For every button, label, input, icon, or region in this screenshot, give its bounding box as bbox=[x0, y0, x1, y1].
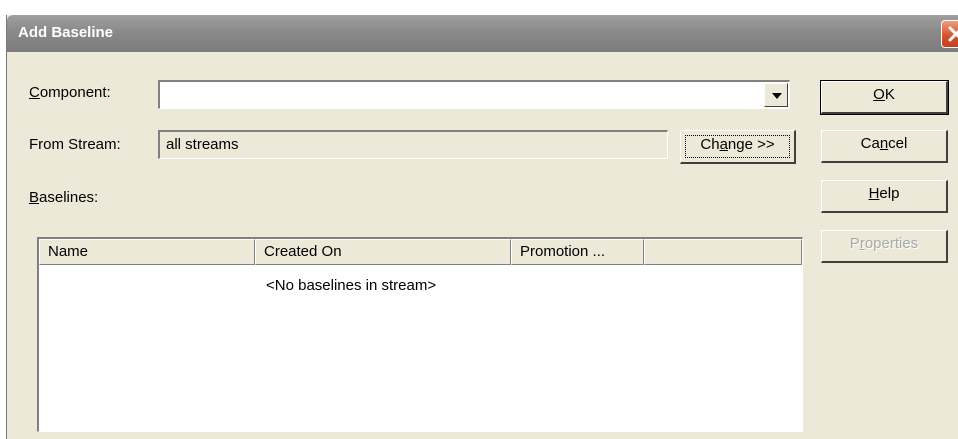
baselines-label: Baselines: bbox=[29, 189, 99, 206]
cancel-button[interactable]: Cancel bbox=[821, 130, 948, 163]
properties-button: Properties bbox=[821, 230, 948, 263]
column-header-promotion[interactable]: Promotion ... bbox=[511, 239, 644, 265]
from-stream-field: all streams bbox=[158, 130, 668, 159]
component-label: Component: bbox=[29, 84, 111, 101]
add-baseline-dialog: Add Baseline Component: From Stream: all… bbox=[6, 15, 958, 439]
change-button-focus: Change >> bbox=[685, 135, 790, 158]
chevron-down-icon[interactable] bbox=[764, 83, 788, 107]
baselines-table-header: Name Created On Promotion ... bbox=[39, 239, 802, 265]
baselines-list[interactable]: Name Created On Promotion ... <No baseli… bbox=[37, 237, 803, 432]
close-icon bbox=[948, 26, 958, 42]
component-dropdown[interactable] bbox=[158, 80, 790, 109]
close-button[interactable] bbox=[941, 20, 958, 48]
column-header-blank[interactable] bbox=[644, 239, 802, 265]
dialog-title: Add Baseline bbox=[18, 24, 114, 41]
column-header-name[interactable]: Name bbox=[39, 239, 255, 265]
change-button[interactable]: Change >> bbox=[680, 130, 796, 164]
title-bar[interactable]: Add Baseline bbox=[7, 15, 958, 52]
empty-list-message: <No baselines in stream> bbox=[266, 277, 437, 294]
from-stream-label: From Stream: bbox=[29, 136, 121, 153]
ok-button[interactable]: OK bbox=[820, 80, 949, 115]
column-header-created-on[interactable]: Created On bbox=[255, 239, 511, 265]
help-button[interactable]: Help bbox=[821, 180, 948, 213]
from-stream-value: all streams bbox=[166, 136, 239, 153]
